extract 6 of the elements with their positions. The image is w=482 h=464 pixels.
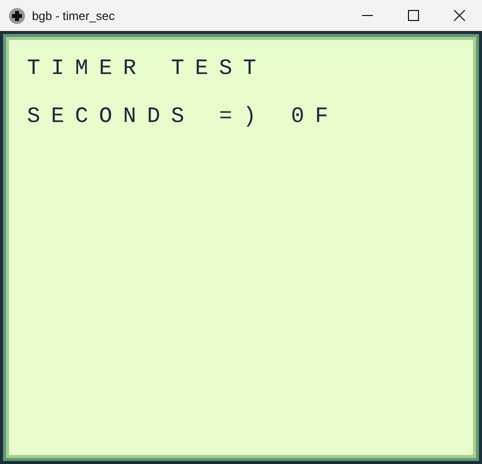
maximize-icon [408, 10, 418, 21]
window-title: bgb - timer_sec [32, 8, 115, 24]
screen-text: SECONDS =) 0F [27, 104, 340, 130]
close-icon [454, 10, 464, 21]
screen-text: TIMER TEST [27, 56, 268, 82]
dpad-icon [9, 8, 25, 24]
